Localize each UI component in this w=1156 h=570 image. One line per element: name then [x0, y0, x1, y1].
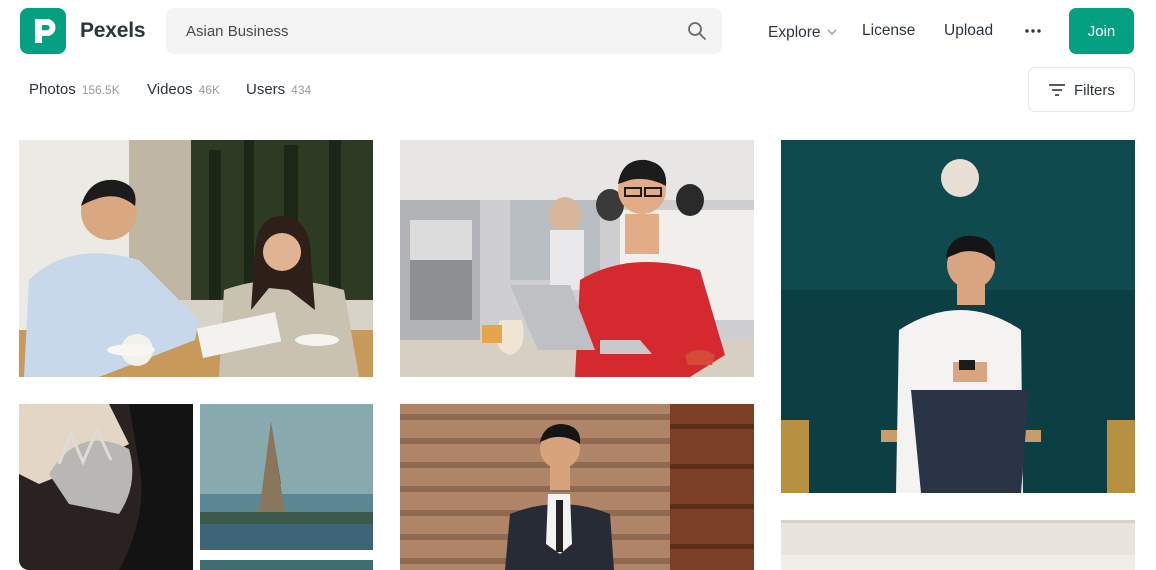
tab-count: 434 [291, 83, 312, 97]
top-header: Pexels Explore License Upload Join [0, 0, 1156, 64]
tab-label: Videos [147, 81, 193, 98]
search-icon[interactable] [686, 20, 708, 42]
pexels-logo-icon[interactable] [20, 8, 66, 54]
photo-card-businessman-suit[interactable] [400, 404, 754, 570]
photo-card-business-meeting[interactable] [19, 140, 373, 377]
photo-card-partial[interactable] [781, 520, 1135, 570]
tab-users[interactable]: Users 434 [246, 81, 311, 98]
photo-card-teal-wall-phone[interactable] [781, 140, 1135, 493]
filters-button[interactable]: Filters [1028, 67, 1135, 112]
tab-count: 156.5K [81, 83, 120, 97]
brand-name[interactable]: Pexels [80, 19, 146, 43]
chevron-down-icon [827, 22, 837, 40]
tab-photos[interactable]: Photos 156.5K [29, 81, 120, 98]
photo-card-red-shirt-laptop[interactable] [400, 140, 754, 377]
tab-videos[interactable]: Videos 46K [147, 81, 220, 98]
nav-license[interactable]: License [862, 22, 915, 40]
nav-explore-label: Explore [768, 24, 821, 41]
tab-count: 46K [198, 83, 220, 97]
search-bar [166, 8, 722, 54]
join-button[interactable]: Join [1069, 8, 1134, 54]
nav-upload[interactable]: Upload [944, 22, 993, 40]
filters-label: Filters [1074, 82, 1115, 99]
nav-explore[interactable]: Explore [768, 22, 837, 42]
filter-lines-icon [1048, 82, 1066, 103]
search-input[interactable] [166, 8, 666, 54]
photo-card-collage-temple[interactable] [19, 404, 373, 570]
more-dots-icon[interactable] [1024, 22, 1042, 40]
tab-label: Users [246, 81, 286, 98]
tab-label: Photos [29, 81, 76, 98]
